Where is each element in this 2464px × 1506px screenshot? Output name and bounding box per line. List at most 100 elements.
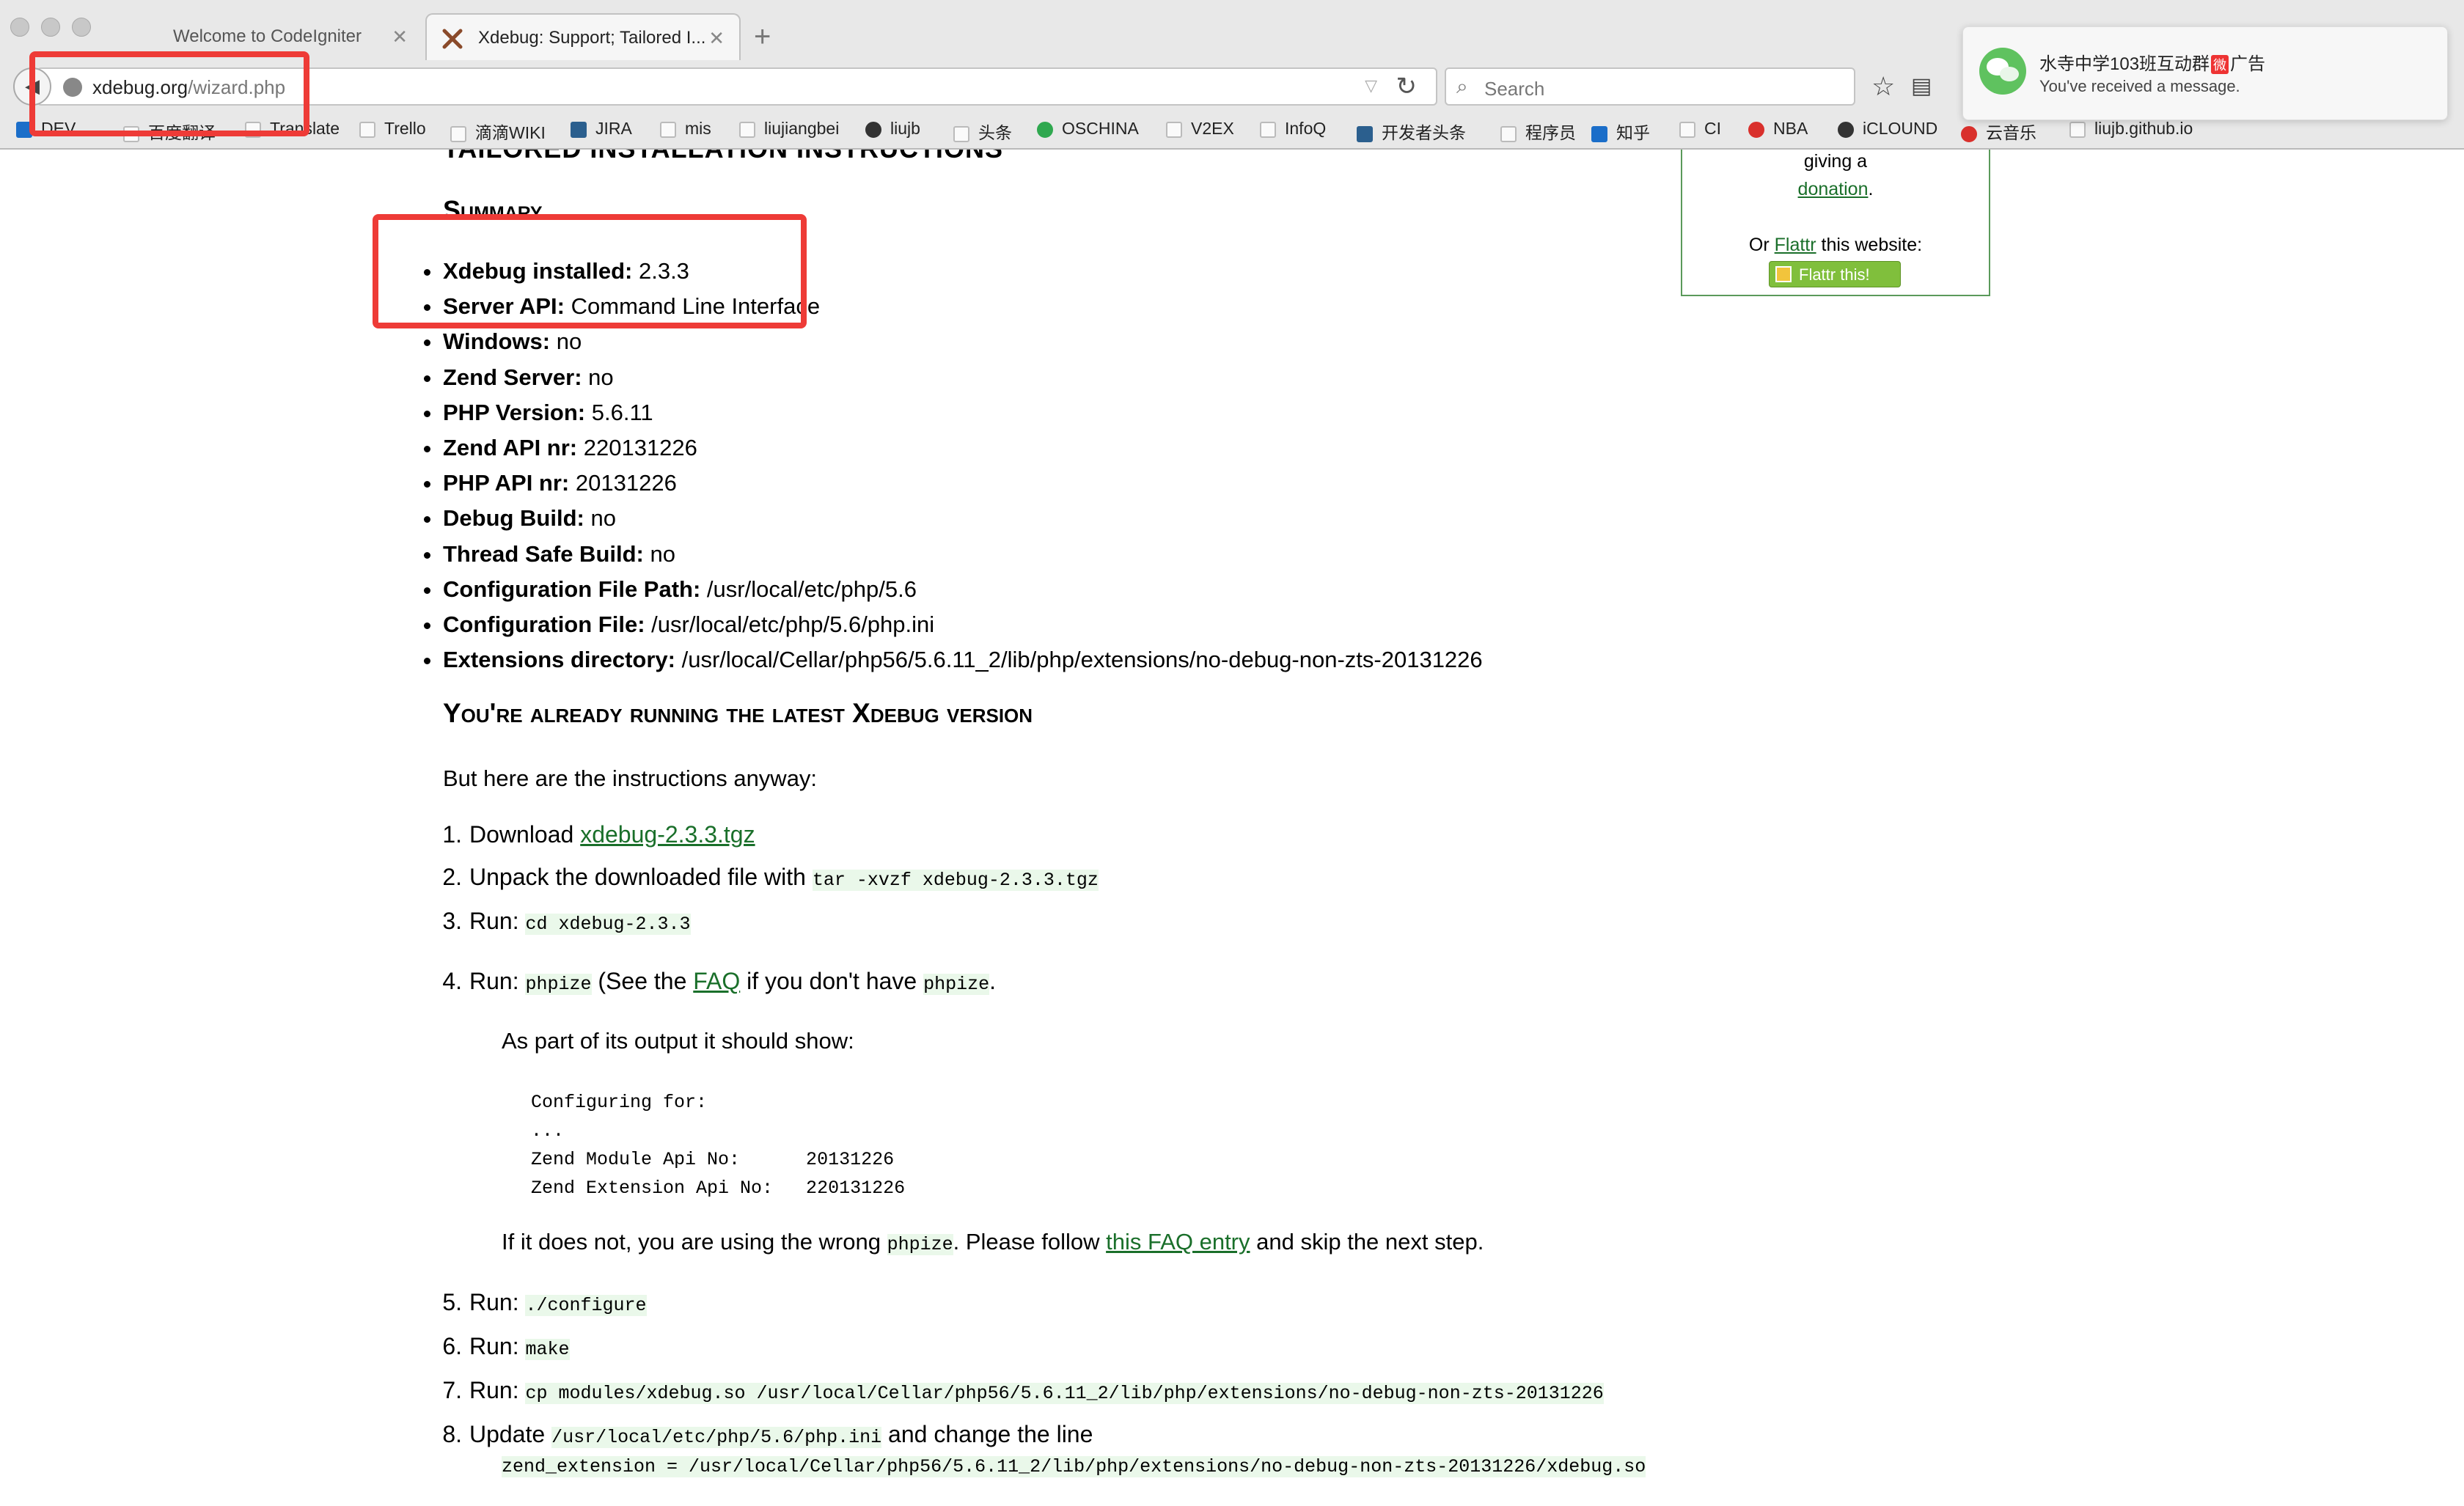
summary-item: PHP Version: 5.6.11 bbox=[424, 395, 1483, 430]
page-icon bbox=[739, 122, 755, 138]
zhihu-icon bbox=[1591, 126, 1607, 142]
step-2: 2. Unpack the downloaded file with tar -x… bbox=[442, 864, 1099, 891]
wrong-phpize-note: If it does not, you are using the wrong … bbox=[502, 1229, 1484, 1255]
bookmark-item[interactable]: 滴滴WIKI bbox=[450, 119, 546, 144]
php-ini-path: /usr/local/etc/php/5.6/php.ini bbox=[551, 1427, 882, 1448]
oschina-icon bbox=[1037, 122, 1053, 138]
bookmark-item[interactable]: mis bbox=[660, 119, 711, 139]
bookmark-item[interactable]: 程序员 bbox=[1500, 119, 1576, 144]
page-icon bbox=[953, 126, 969, 142]
tab-xdebug[interactable]: Xdebug: Support; Tailored I... ✕ bbox=[425, 13, 741, 60]
flattr-icon bbox=[1775, 266, 1792, 282]
unpack-command: tar -xvzf xdebug-2.3.3.tgz bbox=[812, 870, 1099, 891]
version-annotation-box bbox=[373, 214, 807, 328]
summary-item: Zend Server: no bbox=[424, 360, 1483, 395]
summary-item: Windows: no bbox=[424, 324, 1483, 359]
bookmark-item[interactable]: 知乎 bbox=[1591, 119, 1650, 144]
weibo-icon bbox=[1748, 122, 1764, 138]
download-link[interactable]: xdebug-2.3.3.tgz bbox=[580, 821, 755, 848]
bookmark-item[interactable]: liujb.github.io bbox=[2069, 119, 2193, 139]
tab-close-icon[interactable]: ✕ bbox=[708, 15, 725, 62]
page-heading: TAILORED INSTALLATION INSTRUCTIONS bbox=[443, 150, 1003, 164]
make-command: make bbox=[525, 1339, 570, 1360]
page-icon bbox=[1500, 126, 1517, 142]
new-tab-button[interactable]: + bbox=[754, 16, 771, 57]
page-icon bbox=[1260, 122, 1276, 138]
tab-close-icon[interactable]: ✕ bbox=[392, 13, 408, 60]
bookmark-item[interactable]: InfoQ bbox=[1260, 119, 1326, 139]
tab-title: Xdebug: Support; Tailored I... bbox=[478, 28, 706, 48]
page-icon bbox=[1679, 122, 1695, 138]
step-8: 8. Update /usr/local/etc/php/5.6/php.ini … bbox=[442, 1421, 1093, 1448]
phpize-code: phpize bbox=[923, 974, 990, 995]
summary-item: PHP API nr: 20131226 bbox=[424, 466, 1483, 501]
notification-message: You've received a message. bbox=[2039, 77, 2240, 95]
donation-text: giving a bbox=[1803, 151, 1868, 172]
tab-title: Welcome to CodeIgniter bbox=[173, 26, 362, 46]
configure-command: ./configure bbox=[525, 1295, 647, 1316]
step-1: 1. Download xdebug-2.3.3.tgz bbox=[442, 821, 755, 848]
bookmark-item[interactable]: 开发者头条 bbox=[1357, 119, 1466, 144]
page-icon bbox=[2069, 122, 2086, 138]
bookmark-item[interactable]: OSCHINA bbox=[1037, 119, 1139, 139]
apple-icon bbox=[1838, 122, 1854, 138]
bookmark-item[interactable]: NBA bbox=[1748, 119, 1808, 139]
window-minimize-button[interactable] bbox=[41, 18, 60, 37]
step-6: 6. Run: make bbox=[442, 1333, 570, 1360]
page-content: TAILORED INSTALLATION INSTRUCTIONS Summa… bbox=[0, 150, 2464, 1506]
step-3: 3. Run: cd xdebug-2.3.3 bbox=[442, 908, 691, 935]
search-icon: ⌕ bbox=[1456, 75, 1468, 98]
flattr-line: Or Flattr this website: bbox=[1748, 235, 1923, 255]
summary-item: Zend API nr: 220131226 bbox=[424, 430, 1483, 466]
phpize-output: Configuring for: ... Zend Module Api No:… bbox=[531, 1092, 906, 1199]
summary-item: Configuration File Path: /usr/local/etc/… bbox=[424, 572, 1483, 607]
summary-item: Debug Build: no bbox=[424, 501, 1483, 536]
copy-command: cp modules/xdebug.so /usr/local/Cellar/p… bbox=[525, 1383, 1604, 1404]
bookmark-item[interactable]: JIRA bbox=[571, 119, 632, 139]
wechat-icon bbox=[1979, 48, 2026, 95]
donation-line: donation. bbox=[1797, 179, 1874, 199]
wechat-notification[interactable]: 水寺中学103班互动群微广告 You've received a message… bbox=[1962, 26, 2448, 120]
github-icon bbox=[865, 122, 881, 138]
page-icon bbox=[1357, 126, 1373, 142]
search-placeholder: Search bbox=[1484, 78, 1545, 100]
phpize-output-intro: As part of its output it should show: bbox=[502, 1028, 854, 1054]
xdebug-favicon-icon bbox=[442, 29, 463, 49]
summary-item: Extensions directory: /usr/local/Cellar/… bbox=[424, 642, 1483, 677]
faq-link[interactable]: FAQ bbox=[693, 968, 740, 994]
reading-list-icon[interactable]: ▤ bbox=[1911, 70, 1932, 103]
window-close-button[interactable] bbox=[10, 18, 29, 37]
step-4: 4. Run: phpize (See the FAQ if you don't … bbox=[442, 968, 996, 995]
search-bar[interactable]: ⌕ Search bbox=[1445, 67, 1855, 106]
bookmark-item[interactable]: 头条 bbox=[953, 119, 1012, 144]
bookmark-item[interactable]: liujb bbox=[865, 119, 920, 139]
summary-item: Configuration File: /usr/local/etc/php/5… bbox=[424, 607, 1483, 642]
donation-link[interactable]: donation bbox=[1798, 179, 1869, 199]
page-icon bbox=[1166, 122, 1182, 138]
ad-badge: 微 bbox=[2211, 55, 2229, 74]
bookmark-item[interactable]: 云音乐 bbox=[1961, 119, 2036, 144]
jira-icon bbox=[571, 122, 587, 138]
flattr-button[interactable]: Flattr this! bbox=[1769, 261, 1901, 287]
summary-item: Thread Safe Build: no bbox=[424, 537, 1483, 572]
window-zoom-button[interactable] bbox=[72, 18, 91, 37]
dropdown-icon[interactable]: ▽ bbox=[1365, 76, 1377, 95]
step-7: 7. Run: cp modules/xdebug.so /usr/local/C… bbox=[442, 1377, 1604, 1404]
notification-title: 水寺中学103班互动群微广告 bbox=[2039, 54, 2266, 74]
netease-music-icon bbox=[1961, 126, 1977, 142]
mis-icon bbox=[660, 122, 676, 138]
bookmark-item[interactable]: iCLOUND bbox=[1838, 119, 1937, 139]
bookmark-star-icon[interactable]: ☆ bbox=[1871, 70, 1895, 103]
cd-command: cd xdebug-2.3.3 bbox=[525, 914, 691, 935]
faq-entry-link[interactable]: this FAQ entry bbox=[1106, 1229, 1250, 1255]
latest-version-heading: You're already running the latest Xdebug… bbox=[443, 698, 1033, 728]
url-annotation-box bbox=[29, 51, 309, 136]
bookmark-item[interactable]: CI bbox=[1679, 119, 1721, 139]
bookmark-item[interactable]: liujiangbei bbox=[739, 119, 839, 139]
donation-box: giving a donation. Or Flattr this websit… bbox=[1681, 150, 1990, 296]
flattr-link[interactable]: Flattr bbox=[1775, 235, 1816, 255]
reload-icon[interactable]: ↻ bbox=[1396, 72, 1418, 101]
bookmark-item[interactable]: V2EX bbox=[1166, 119, 1234, 139]
bookmark-item[interactable]: Trello bbox=[359, 119, 426, 139]
zend-extension-line: zend_extension = /usr/local/Cellar/php56… bbox=[502, 1456, 1646, 1477]
